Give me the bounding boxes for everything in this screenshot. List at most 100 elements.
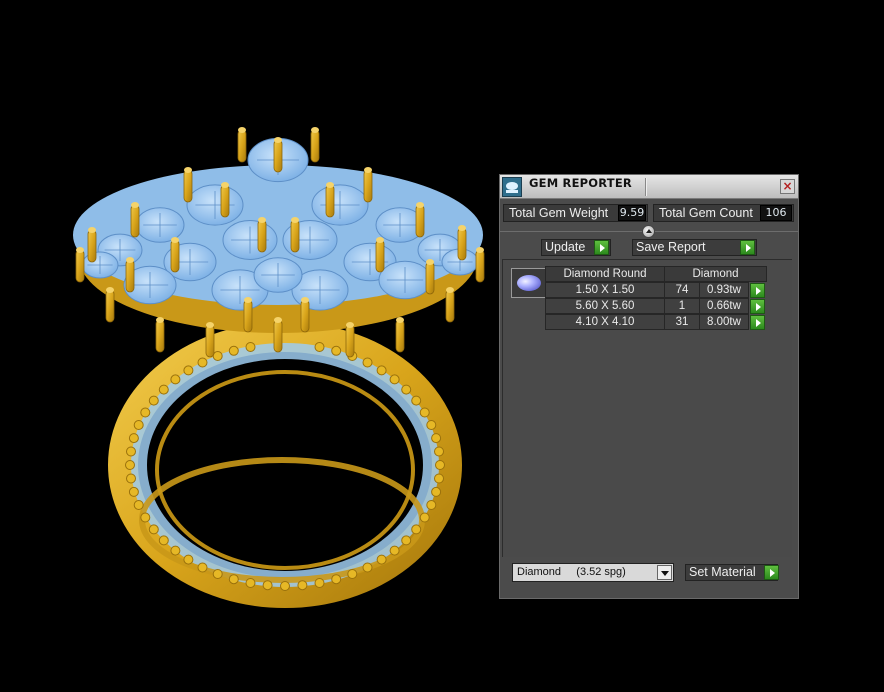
band-bead	[158, 384, 169, 395]
prong	[155, 319, 165, 353]
prong-tip	[396, 317, 404, 323]
panel-titlebar[interactable]: GEM REPORTER ×	[500, 175, 798, 199]
gem-reporter-panel: GEM REPORTER × Total Gem Weight 9.59 Tot…	[499, 174, 799, 599]
row-go-icon[interactable]	[750, 283, 765, 298]
band-bead	[183, 554, 194, 565]
prong-tip	[88, 227, 96, 233]
prong-tip	[106, 287, 114, 293]
save-report-label: Save Report	[636, 240, 706, 254]
band-bead	[197, 357, 208, 368]
panel-splitter-handle[interactable]	[642, 225, 655, 238]
band-bead	[314, 342, 325, 352]
band-bead	[140, 512, 151, 523]
band-bead	[376, 365, 387, 376]
band-bead	[426, 420, 437, 430]
prong-tip	[476, 247, 484, 253]
ring-shank	[108, 322, 462, 608]
save-report-button[interactable]: Save Report	[632, 239, 757, 256]
set-material-label: Set Material	[689, 565, 756, 579]
prong	[105, 289, 115, 323]
band-bead	[434, 473, 444, 484]
prong-tip	[376, 237, 384, 243]
prong	[75, 249, 85, 283]
prong	[300, 299, 310, 333]
prong	[273, 319, 283, 353]
update-go-icon[interactable]	[594, 240, 609, 255]
band-bead	[280, 581, 290, 591]
prong	[475, 249, 485, 283]
band-bead	[362, 562, 373, 573]
band-bead	[128, 433, 139, 444]
prong	[170, 239, 180, 273]
band-bead	[401, 384, 412, 395]
band-bead	[128, 486, 139, 497]
band-bead	[389, 374, 400, 385]
band-bead	[212, 351, 223, 361]
prong	[220, 184, 230, 218]
band-bead	[419, 407, 430, 418]
band-bead	[314, 578, 325, 588]
gem-reporter-icon	[502, 177, 522, 197]
prong	[445, 289, 455, 323]
band-bead	[126, 473, 136, 484]
save-report-go-icon[interactable]	[740, 240, 755, 255]
band-bead	[197, 562, 208, 573]
material-dropdown[interactable]: Diamond (3.52 spg)	[512, 563, 674, 582]
row-go-icon[interactable]	[750, 315, 765, 330]
prong-tip	[126, 257, 134, 263]
band-bead	[262, 580, 273, 591]
prong-tip	[274, 137, 282, 143]
band-bead	[431, 486, 442, 497]
prong	[395, 319, 405, 353]
prong-tip	[244, 297, 252, 303]
gem-size-cell: 5.60 X 5.60	[545, 298, 665, 314]
row-go-icon[interactable]	[750, 299, 765, 314]
prong	[130, 204, 140, 238]
prong	[415, 204, 425, 238]
prong-tip	[291, 217, 299, 223]
prong-tip	[221, 182, 229, 188]
gem-size-cell: 4.10 X 4.10	[545, 314, 665, 330]
prong-tip	[274, 317, 282, 323]
band-bead	[245, 578, 256, 588]
prong-tip	[238, 127, 246, 133]
prong	[457, 227, 467, 261]
band-bead	[148, 524, 159, 535]
close-icon[interactable]: ×	[780, 179, 795, 194]
chevron-down-icon[interactable]	[657, 565, 672, 580]
gem-weight-cell: 0.93tw	[699, 282, 749, 298]
prong	[375, 239, 385, 273]
prong	[257, 219, 267, 253]
prong-tip	[426, 259, 434, 265]
round-diamond-icon[interactable]	[511, 268, 546, 298]
band-bead	[125, 460, 135, 470]
gem-weight-cell: 8.00tw	[699, 314, 749, 330]
band-bead	[133, 500, 144, 510]
prong	[125, 259, 135, 293]
band-bead	[426, 500, 437, 510]
prong	[243, 299, 253, 333]
prong-tip	[156, 317, 164, 323]
band-bead	[331, 345, 342, 356]
prong	[273, 139, 283, 173]
prong-tip	[346, 322, 354, 328]
set-material-go-icon[interactable]	[764, 565, 779, 580]
band-bead	[297, 580, 308, 591]
material-column-header: Diamond	[664, 266, 767, 282]
prong	[87, 229, 97, 263]
band-bead	[183, 365, 194, 376]
band-bead	[148, 395, 159, 406]
band-bead	[376, 554, 387, 565]
gem-list[interactable]: Diamond Round Diamond 1.50 X 1.50 74 0.9…	[502, 259, 792, 557]
prong-tip	[416, 202, 424, 208]
band-bead	[126, 446, 136, 457]
prong-tip	[301, 297, 309, 303]
band-bead	[133, 420, 144, 430]
gem-weight-cell: 0.66tw	[699, 298, 749, 314]
band-bead	[158, 535, 169, 546]
band-bead	[401, 535, 412, 546]
band-bead	[140, 407, 151, 418]
prong-tip	[258, 217, 266, 223]
band-bead	[411, 395, 422, 406]
material-selected-value: Diamond (3.52 spg)	[517, 566, 626, 578]
